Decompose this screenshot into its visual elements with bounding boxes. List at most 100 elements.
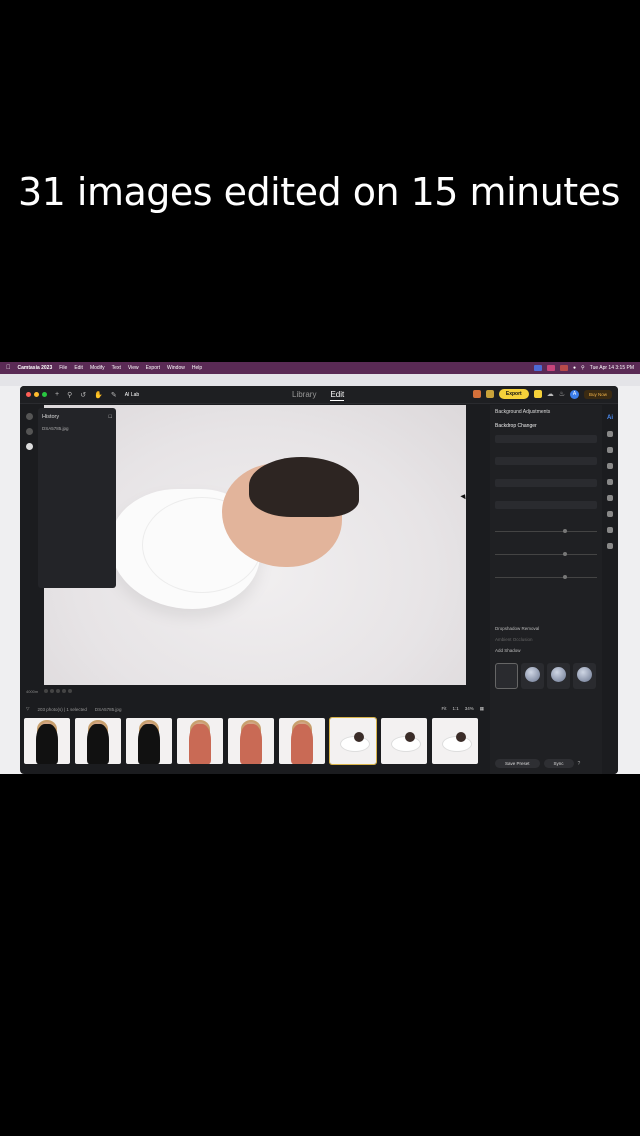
history-clear-icon[interactable]: □ (109, 414, 112, 420)
rating-dot[interactable] (44, 689, 49, 693)
tab-library[interactable]: Library (292, 390, 316, 401)
filter-icon[interactable]: ▽ (26, 706, 29, 712)
filmstrip-thumbnail[interactable] (279, 718, 325, 764)
plugin-icon[interactable] (485, 390, 494, 398)
camera-icon[interactable] (607, 543, 613, 549)
ai-icon[interactable] (25, 413, 33, 420)
zoom-window-button[interactable] (42, 392, 47, 397)
apple-icon[interactable]:  (6, 365, 11, 371)
main-toolbar: + ⚲ ↺ ✋ ✎ AI Lab Library Edit Export ☁ ♨… (20, 386, 618, 404)
undo-icon[interactable]: ↺ (80, 391, 86, 399)
rating-dot[interactable] (68, 689, 73, 693)
fit-button[interactable]: Fit (441, 706, 446, 712)
shadow-preset-none[interactable] (495, 663, 518, 689)
tab-edit[interactable]: Edit (330, 390, 345, 401)
search-icon[interactable]: ⚲ (67, 391, 72, 399)
avatar[interactable]: A (569, 389, 579, 399)
menubar-clock: Tue Apr 14 3:15 PM (589, 365, 634, 371)
menu-text[interactable]: Text (112, 365, 121, 371)
cloud-icon[interactable]: ☁ (547, 390, 554, 398)
shadow-presets (495, 663, 597, 689)
save-preset-button[interactable]: Save Preset (495, 759, 540, 768)
pet-icon[interactable] (607, 511, 613, 517)
add-shadow-row[interactable]: Add Shadow (495, 648, 597, 653)
minimize-window-button[interactable] (34, 392, 39, 397)
shadow-preset[interactable] (547, 663, 570, 689)
search-icon[interactable]: ⚲ (581, 365, 585, 371)
ratio-button[interactable]: 1:1 (452, 706, 458, 712)
clothing-icon[interactable] (607, 495, 613, 501)
filmstrip-thumbnail[interactable] (75, 718, 121, 764)
menu-window[interactable]: Window (167, 365, 185, 371)
badge-icon[interactable] (533, 390, 542, 398)
menu-app-name[interactable]: Camtasia 2023 (18, 365, 53, 371)
menu-view[interactable]: View (128, 365, 139, 371)
fill-color-select[interactable] (495, 479, 597, 487)
dropshadow-removal-row[interactable]: Dropshadow Removal (495, 626, 597, 631)
menu-edit[interactable]: Edit (74, 365, 83, 371)
rating-dot[interactable] (62, 689, 67, 693)
layers-icon[interactable] (25, 428, 33, 435)
history-icon[interactable] (25, 443, 33, 450)
intensity-slider[interactable] (495, 575, 597, 579)
filmstrip-thumbnail[interactable] (432, 718, 478, 764)
menu-modify[interactable]: Modify (90, 365, 105, 371)
ai-lab-button[interactable]: AI Lab (125, 392, 139, 398)
menu-file[interactable]: File (59, 365, 67, 371)
background-icon[interactable] (607, 479, 613, 485)
menu-export[interactable]: Export (146, 365, 160, 371)
close-window-button[interactable] (26, 392, 31, 397)
bell-icon[interactable]: ♨ (559, 390, 565, 398)
status-app-icon[interactable] (560, 365, 568, 371)
buy-now-button[interactable]: Buy Now (583, 389, 612, 399)
palette-icon[interactable] (607, 431, 613, 437)
backdrop-select[interactable] (495, 435, 597, 443)
rating-dots[interactable] (44, 689, 73, 693)
blur-slider[interactable] (495, 552, 597, 556)
plugin-icon[interactable] (472, 390, 481, 398)
history-item[interactable]: DSA5785.jpg (42, 426, 112, 431)
add-icon[interactable]: + (55, 391, 59, 398)
sync-button[interactable]: Sync (543, 759, 574, 768)
brush-tool-icon[interactable]: ✎ (111, 391, 117, 399)
zoom-select[interactable]: 34% (465, 706, 474, 712)
wifi-icon[interactable]: ● (573, 365, 576, 371)
panel-title: Background Adjustments (495, 409, 551, 415)
current-file: DSA5785.jpg (94, 706, 122, 712)
shift-slider[interactable] (495, 529, 597, 533)
ai-icon[interactable]: Ai (602, 415, 618, 421)
section-backdrop-changer[interactable]: Backdrop Changer (495, 423, 597, 429)
rating-dot[interactable] (56, 689, 61, 693)
edge-select[interactable] (495, 501, 597, 509)
filmstrip-thumbnail[interactable] (381, 718, 427, 764)
export-button[interactable]: Export (498, 389, 529, 399)
menu-help[interactable]: Help (192, 365, 202, 371)
history-title: History (42, 414, 60, 420)
adjustments-panel: Background Adjustments Backdrop Changer … (490, 405, 602, 774)
face-icon[interactable] (607, 463, 613, 469)
filmstrip-thumbnail[interactable] (126, 718, 172, 764)
settings-icon[interactable] (607, 447, 613, 453)
fill-mode-select[interactable] (495, 457, 597, 465)
grid-view-icon[interactable]: ▦ (480, 706, 484, 712)
rating-dot[interactable] (50, 689, 55, 693)
status-app-icon[interactable] (547, 365, 555, 371)
crop-icon[interactable] (607, 527, 613, 533)
status-app-icon[interactable] (534, 365, 542, 371)
video-caption: 31 images edited on 15 minutes (18, 170, 620, 214)
history-panel: History □ DSA5785.jpg (38, 408, 116, 588)
photo-baby-hair (249, 457, 359, 517)
filmstrip-thumbnail-selected[interactable] (329, 717, 377, 765)
shadow-preset[interactable] (521, 663, 544, 689)
help-icon[interactable]: ? (578, 761, 581, 767)
hand-tool-icon[interactable]: ✋ (94, 391, 103, 399)
mac-menubar:  Camtasia 2023 File Edit Modify Text Vi… (0, 362, 640, 374)
shadow-preset[interactable] (573, 663, 596, 689)
filmstrip-thumbnail[interactable] (177, 718, 223, 764)
filmstrip-toolbar: ▽ 203 photo(s) | 1 selected DSA5785.jpg … (20, 703, 490, 715)
left-rail (20, 405, 38, 675)
filmstrip (24, 717, 488, 768)
filmstrip-thumbnail[interactable] (24, 718, 70, 764)
ambient-occlusion-row[interactable]: Ambient Occlusion (495, 637, 597, 642)
filmstrip-thumbnail[interactable] (228, 718, 274, 764)
